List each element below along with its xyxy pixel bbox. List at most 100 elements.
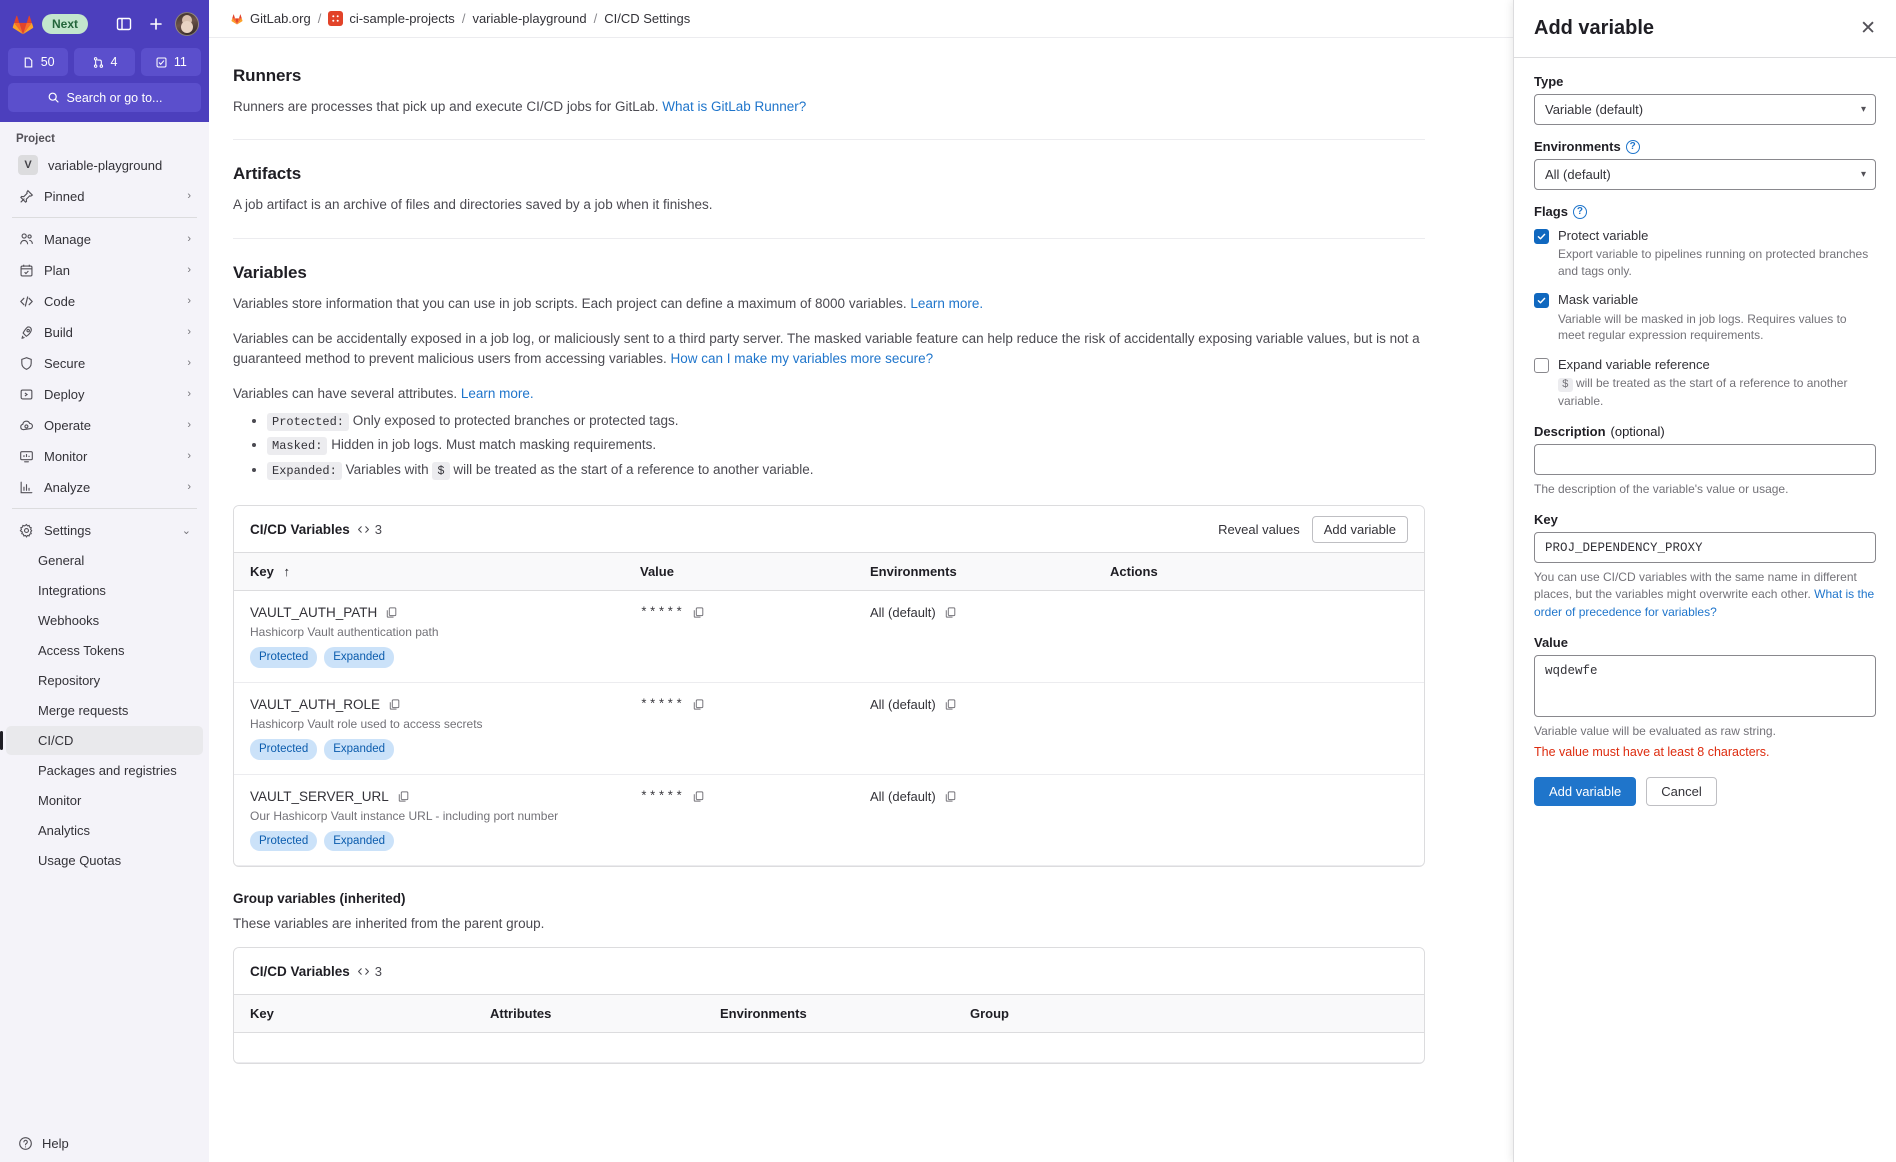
question-icon[interactable]: ? bbox=[1625, 139, 1640, 154]
sidebar-item-repository[interactable]: Repository bbox=[6, 666, 203, 695]
field-label-description-text: Description bbox=[1534, 423, 1606, 439]
chevron-right-icon: › bbox=[187, 326, 191, 338]
sidebar-item-pinned[interactable]: Pinned › bbox=[6, 181, 203, 211]
variables-desc-2: Variables can be accidentally exposed in… bbox=[233, 329, 1425, 370]
card-title-text: CI/CD Variables bbox=[250, 963, 350, 979]
gitlab-logo-icon[interactable] bbox=[10, 11, 36, 37]
avatar[interactable] bbox=[175, 12, 199, 36]
sidebar-item-secure[interactable]: Secure › bbox=[6, 348, 203, 378]
sidebar-subitem-label: Access Tokens bbox=[38, 643, 125, 658]
status-badge-protected: Protected bbox=[250, 739, 318, 760]
sidebar-item-operate[interactable]: Operate › bbox=[6, 410, 203, 440]
sidebar-item-monitor-settings[interactable]: Monitor bbox=[6, 786, 203, 815]
field-label-environments: Environments ? bbox=[1534, 139, 1876, 154]
copy-value-icon[interactable] bbox=[692, 790, 705, 803]
cell-attributes bbox=[474, 1032, 704, 1064]
page-title-artifacts: Artifacts bbox=[233, 164, 302, 184]
column-header-key[interactable]: Key ↑ bbox=[234, 553, 624, 592]
search-input[interactable]: Search or go to... bbox=[8, 83, 201, 112]
checkbox-protect-variable[interactable] bbox=[1534, 229, 1549, 244]
sidebar-item-usage-quotas[interactable]: Usage Quotas bbox=[6, 846, 203, 875]
flag-label: Protect variable bbox=[1558, 228, 1649, 243]
list-item: Protected: Only exposed to protected bra… bbox=[267, 409, 1425, 434]
checkbox-expand-variable-reference[interactable] bbox=[1534, 357, 1549, 373]
sidebar-item-packages-and-registries[interactable]: Packages and registries bbox=[6, 756, 203, 785]
sidebar-item-webhooks[interactable]: Webhooks bbox=[6, 606, 203, 635]
sidebar-subitem-label: Monitor bbox=[38, 793, 82, 808]
attribute-code-protected: Protected: bbox=[267, 412, 350, 431]
flag-protect-variable[interactable]: Protect variable Export variable to pipe… bbox=[1534, 228, 1876, 279]
sidebar-item-integrations[interactable]: Integrations bbox=[6, 576, 203, 605]
type-select[interactable]: Variable (default) ▾ bbox=[1534, 94, 1876, 125]
copy-environment-icon[interactable] bbox=[944, 606, 957, 619]
sidebar-item-label: Monitor bbox=[44, 448, 88, 464]
runners-section: Runners Runners are processes that pick … bbox=[233, 66, 1425, 141]
sidebar-item-general[interactable]: General bbox=[6, 546, 203, 575]
breadcrumb-item-gitlab-org[interactable]: GitLab.org bbox=[229, 11, 311, 26]
sidebar-item-plan[interactable]: Plan › bbox=[6, 255, 203, 285]
sidebar-item-help[interactable]: Help bbox=[0, 1124, 209, 1162]
sidebar-subitem-label: Analytics bbox=[38, 823, 91, 838]
sidebar-item-label: Deploy bbox=[44, 386, 85, 402]
sidebar-item-settings[interactable]: Settings ⌄ bbox=[6, 515, 203, 545]
toggle-sidebar-icon[interactable] bbox=[111, 11, 137, 37]
variables-secure-link[interactable]: How can I make my variables more secure? bbox=[671, 351, 934, 366]
variables-desc-1: Variables store information that you can… bbox=[233, 294, 1425, 314]
variables-learn-more-link-1[interactable]: Learn more. bbox=[910, 296, 983, 311]
sidebar-item-manage[interactable]: Manage › bbox=[6, 224, 203, 254]
value-textarea[interactable]: wqdewfe bbox=[1534, 655, 1876, 718]
flag-description: Variable will be masked in job logs. Req… bbox=[1558, 311, 1847, 343]
breadcrumb-item-variable-playground[interactable]: variable-playground bbox=[472, 11, 586, 26]
sidebar-item-merge-requests[interactable]: Merge requests bbox=[6, 696, 203, 725]
sidebar-item-build[interactable]: Build › bbox=[6, 317, 203, 347]
chevron-right-icon: › bbox=[187, 388, 191, 400]
environments-select[interactable]: All (default) ▾ bbox=[1534, 159, 1876, 190]
sidebar-item-project[interactable]: V variable-playground bbox=[6, 150, 203, 180]
copy-environment-icon[interactable] bbox=[944, 698, 957, 711]
sidebar-item-analytics[interactable]: Analytics bbox=[6, 816, 203, 845]
counter-value: 11 bbox=[173, 55, 187, 69]
calendar-icon bbox=[18, 262, 34, 278]
checkbox-mask-variable[interactable] bbox=[1534, 293, 1549, 309]
variable-value: ***** bbox=[640, 605, 685, 621]
copy-key-icon[interactable] bbox=[388, 698, 401, 711]
reveal-values-button[interactable]: Reveal values bbox=[1218, 522, 1300, 537]
breadcrumb-item-ci-sample-projects[interactable]: ci-sample-projects bbox=[328, 11, 455, 26]
copy-value-icon[interactable] bbox=[692, 698, 705, 711]
attribute-code-masked: Masked: bbox=[267, 437, 328, 456]
variables-learn-more-link-2[interactable]: Learn more. bbox=[461, 386, 534, 401]
chevron-right-icon: › bbox=[187, 233, 191, 245]
copy-key-icon[interactable] bbox=[397, 790, 410, 803]
description-input[interactable] bbox=[1534, 443, 1876, 475]
cancel-button[interactable]: Cancel bbox=[1646, 776, 1717, 806]
copy-key-icon[interactable] bbox=[385, 606, 398, 619]
copy-environment-icon[interactable] bbox=[944, 790, 957, 803]
breadcrumb-item-cicd-settings[interactable]: CI/CD Settings bbox=[604, 11, 690, 26]
cell-group bbox=[954, 1032, 1424, 1064]
attribute-text: Only exposed to protected branches or pr… bbox=[352, 412, 679, 428]
counter-todos[interactable]: 11 bbox=[140, 48, 201, 76]
value-textarea-value: wqdewfe bbox=[1545, 664, 1598, 679]
sidebar-item-deploy[interactable]: Deploy › bbox=[6, 379, 203, 409]
key-input[interactable]: PROJ_DEPENDENCY_PROXY bbox=[1534, 532, 1876, 564]
flag-expand-variable-reference[interactable]: Expand variable reference $ will be trea… bbox=[1534, 357, 1876, 410]
what-is-gitlab-runner-link[interactable]: What is GitLab Runner? bbox=[662, 99, 806, 114]
sidebar-item-access-tokens[interactable]: Access Tokens bbox=[6, 636, 203, 665]
add-variable-button[interactable]: Add variable bbox=[1311, 515, 1408, 543]
add-variable-submit-button[interactable]: Add variable bbox=[1534, 776, 1637, 806]
card-title-text: CI/CD Variables bbox=[250, 521, 350, 537]
sidebar-item-monitor[interactable]: Monitor › bbox=[6, 441, 203, 471]
sidebar-item-cicd[interactable]: CI/CD bbox=[0, 726, 203, 755]
sidebar-item-analyze[interactable]: Analyze › bbox=[6, 472, 203, 502]
chevron-right-icon: › bbox=[187, 190, 191, 202]
flag-mask-variable[interactable]: Mask variable Variable will be masked in… bbox=[1534, 292, 1876, 343]
copy-value-icon[interactable] bbox=[692, 606, 705, 619]
sidebar-item-code[interactable]: Code › bbox=[6, 286, 203, 316]
create-new-icon[interactable] bbox=[143, 11, 169, 37]
gitlab-group-icon bbox=[229, 11, 244, 26]
table-head: Key Attributes Environments Group bbox=[234, 995, 1424, 1034]
question-icon[interactable]: ? bbox=[1572, 204, 1587, 219]
close-icon[interactable]: ✕ bbox=[1860, 19, 1876, 38]
counter-merge-requests[interactable]: 4 bbox=[74, 48, 135, 76]
counter-merge-requests-todo[interactable]: 50 bbox=[8, 48, 69, 76]
